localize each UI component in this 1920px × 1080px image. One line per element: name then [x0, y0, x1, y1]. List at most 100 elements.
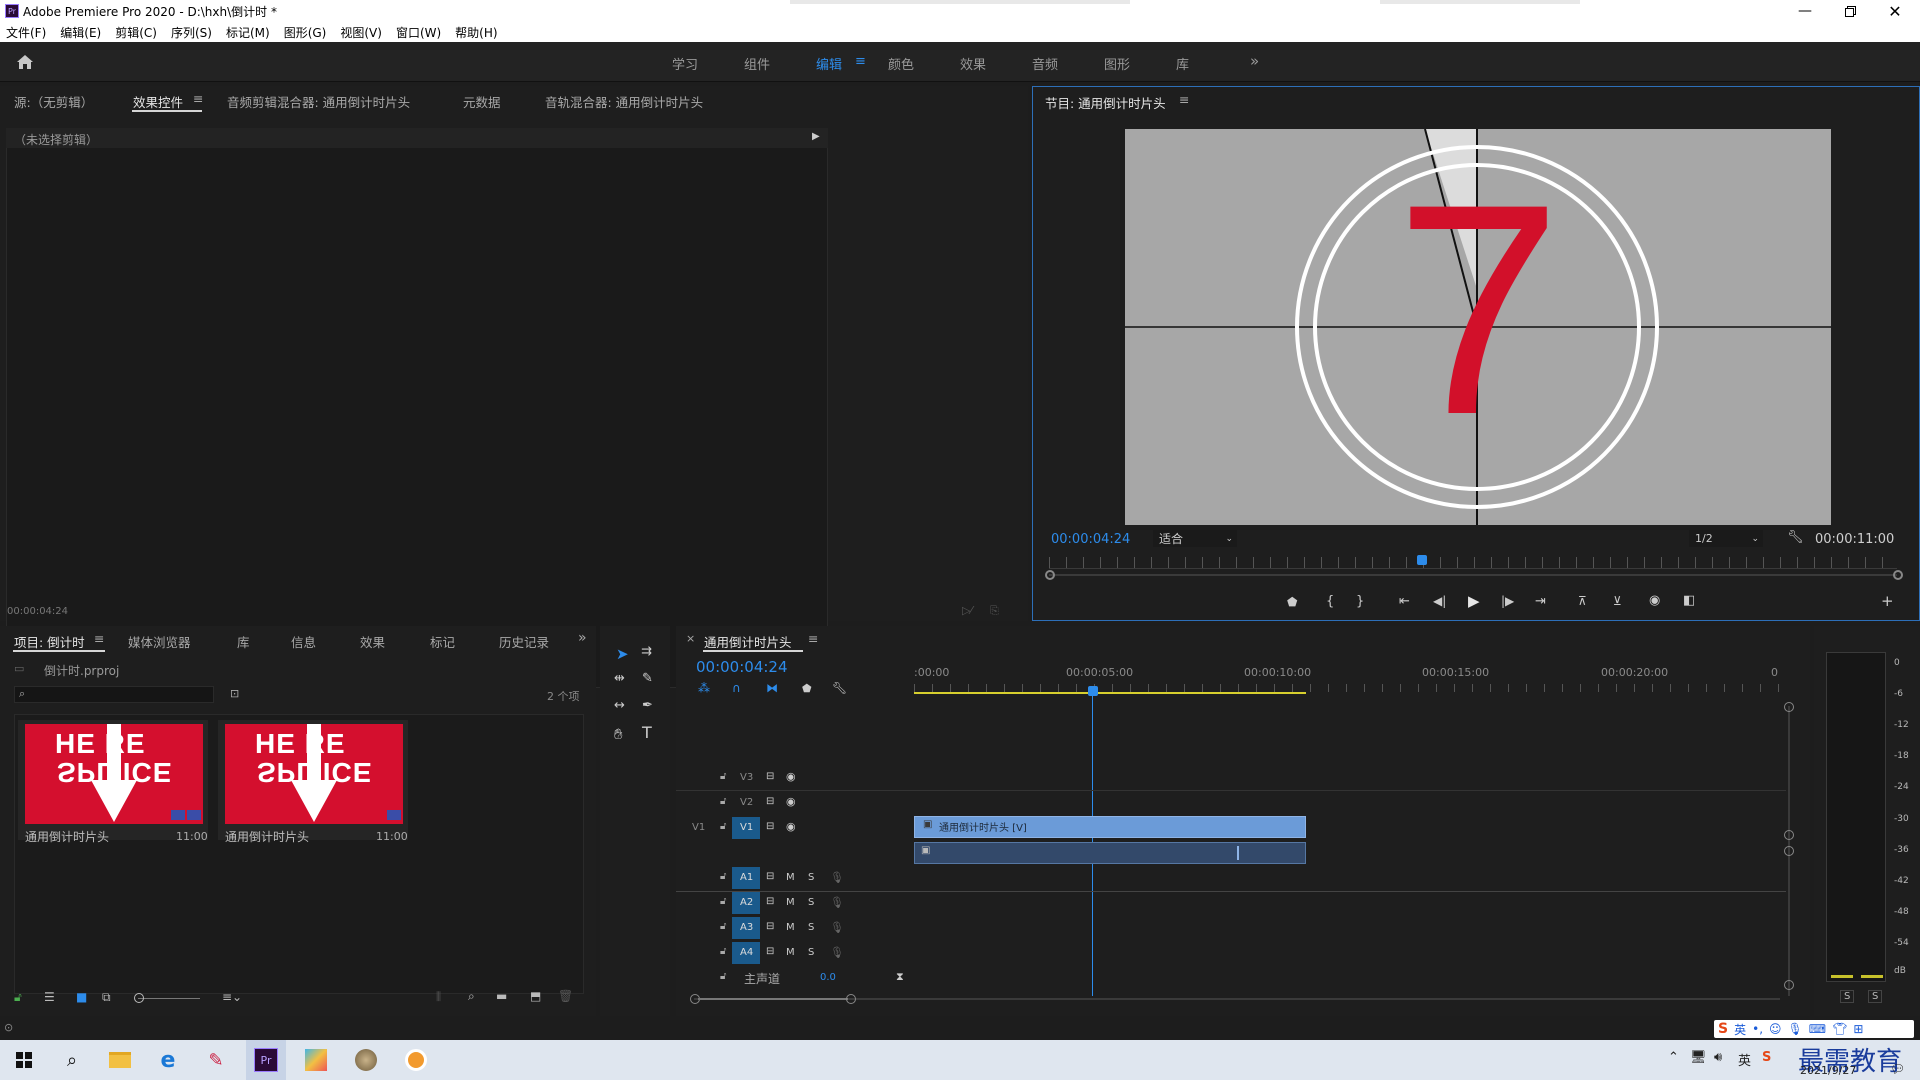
microphone-icon[interactable]: 🎙︎ — [830, 946, 844, 959]
lock-icon[interactable]: 🔓︎ — [720, 871, 726, 882]
ripple-edit-tool-icon[interactable]: ⇹ — [614, 671, 625, 686]
menu-view[interactable]: 视图(V) — [340, 24, 382, 41]
solo-button[interactable]: S — [808, 922, 814, 933]
toolbox-icon[interactable]: ⊞ — [1853, 1022, 1863, 1036]
workspace-libraries[interactable]: 库 — [1176, 54, 1189, 73]
snap-icon[interactable]: ∩ — [732, 681, 741, 695]
eye-icon[interactable]: ◉ — [786, 820, 796, 833]
file-explorer-icon[interactable] — [100, 1040, 140, 1080]
tab-effects[interactable]: 效果 — [360, 632, 385, 651]
panel-overflow-icon[interactable]: » — [578, 630, 587, 646]
timeline-settings-icon[interactable]: 🔧︎ — [832, 681, 847, 695]
button-editor-icon[interactable]: + — [1881, 592, 1894, 610]
linked-selection-icon[interactable]: ⧓ — [766, 681, 778, 695]
zoom-handle-right[interactable] — [1893, 570, 1903, 580]
icon-view-icon[interactable]: ■ — [76, 990, 87, 1004]
go-to-end-icon[interactable]: ⧗ — [896, 970, 904, 984]
export-frame-icon[interactable]: ◉ — [1649, 593, 1660, 608]
lock-icon[interactable]: 🔓︎ — [720, 946, 726, 957]
hscroll-handle-right[interactable] — [846, 994, 856, 1004]
ime-tray-icon[interactable]: 英 — [1738, 1050, 1751, 1069]
workspace-editing[interactable]: 编辑 — [816, 54, 842, 73]
solo-button[interactable]: S — [808, 897, 814, 908]
video-clip[interactable]: ▣ 通用倒计时片头 [V] — [914, 816, 1306, 838]
lock-icon[interactable]: 🔓︎ — [720, 821, 726, 832]
keyboard-icon[interactable]: ⌨ — [1809, 1022, 1826, 1036]
scroll-handle[interactable] — [1784, 846, 1794, 856]
sync-lock-icon[interactable]: ⊟ — [766, 921, 774, 932]
lock-icon[interactable]: 🔓︎ — [720, 771, 726, 782]
sogou-tray-icon[interactable]: S — [1762, 1050, 1771, 1065]
wrench-icon[interactable]: 🔧︎ — [1787, 530, 1804, 545]
export-icon[interactable]: ⎘ — [990, 604, 999, 618]
source-target-label[interactable]: V1 — [692, 822, 705, 833]
extract-icon[interactable]: ⊻ — [1613, 594, 1622, 608]
close-tab-icon[interactable]: × — [686, 632, 695, 645]
go-to-in-icon[interactable]: ⇤ — [1399, 594, 1410, 609]
resolution-dropdown[interactable]: 1/2 ⌄ — [1689, 530, 1763, 547]
punctuation-icon[interactable]: •, — [1752, 1022, 1763, 1036]
menu-clip[interactable]: 剪辑(C) — [115, 24, 157, 41]
solo-right-button[interactable]: S — [1868, 990, 1883, 1003]
tab-menu-icon[interactable]: ≡ — [193, 91, 203, 106]
menu-window[interactable]: 窗口(W) — [396, 24, 441, 41]
eye-icon[interactable]: ◉ — [786, 770, 796, 783]
menu-graphics[interactable]: 图形(G) — [284, 24, 327, 41]
paint-icon[interactable]: ✎ — [196, 1040, 236, 1080]
slip-tool-icon[interactable]: ↔ — [614, 698, 625, 713]
sync-lock-icon[interactable]: ⊟ — [766, 821, 774, 832]
media-player-icon[interactable] — [396, 1040, 436, 1080]
program-menu-icon[interactable]: ≡ — [1179, 92, 1189, 107]
filter-icon[interactable]: ▷⁄ — [962, 604, 972, 617]
solo-button[interactable]: S — [808, 947, 814, 958]
selection-tool-icon[interactable]: ➤ — [616, 645, 629, 663]
trash-icon[interactable]: 🗑︎ — [558, 989, 573, 1003]
mark-out-icon[interactable]: } — [1356, 594, 1364, 609]
sync-lock-icon[interactable]: ⊟ — [766, 796, 774, 807]
project-menu-icon[interactable]: ≡ — [94, 631, 104, 646]
mute-button[interactable]: M — [786, 897, 795, 908]
workspace-audio[interactable]: 音频 — [1032, 54, 1058, 73]
sync-lock-icon[interactable]: ⊟ — [766, 771, 774, 782]
find-icon[interactable]: ⌕ — [468, 989, 475, 1004]
zoom-scrollbar[interactable] — [1049, 574, 1897, 576]
timeline-timecode[interactable]: 00:00:04:24 — [696, 658, 788, 676]
mute-button[interactable]: M — [786, 922, 795, 933]
ime-lang[interactable]: 英 — [1734, 1021, 1746, 1038]
voice-icon[interactable]: 🎙︎ — [1788, 1022, 1803, 1036]
automate-icon[interactable]: ⫼ — [436, 990, 441, 1004]
add-marker-icon[interactable]: ⬟ — [802, 682, 812, 695]
program-playhead[interactable] — [1417, 555, 1428, 565]
hand-tool-icon[interactable]: ✋︎ — [614, 725, 623, 743]
workspace-effects[interactable]: 效果 — [960, 54, 986, 73]
timeline-ruler[interactable]: :00:00 00:00:05:00 00:00:10:00 00:00:15:… — [914, 662, 1784, 702]
step-back-icon[interactable]: ◀| — [1433, 594, 1446, 608]
microphone-icon[interactable]: 🎙︎ — [830, 921, 844, 934]
workspace-assembly[interactable]: 组件 — [744, 54, 770, 73]
zoom-slider-handle[interactable] — [134, 993, 144, 1003]
restore-button[interactable] — [1835, 0, 1865, 22]
lock-icon[interactable]: 🔓︎ — [720, 796, 726, 807]
sync-lock-icon[interactable]: ⊟ — [766, 896, 774, 907]
taskbar-date[interactable]: 2021/9/27 — [1800, 1064, 1856, 1077]
notification-icon[interactable]: 💬︎ — [1890, 1062, 1905, 1076]
workspace-menu-icon[interactable]: ≡ — [855, 54, 866, 69]
mute-button[interactable]: M — [786, 872, 795, 883]
mute-button[interactable]: M — [786, 947, 795, 958]
list-view-icon[interactable]: ☰ — [44, 990, 55, 1004]
pen-tool-icon[interactable]: ✒ — [642, 698, 653, 713]
expand-arrow-icon[interactable]: ▶ — [812, 131, 820, 142]
track-select-tool-icon[interactable]: ⇉ — [641, 644, 652, 659]
tab-media-browser[interactable]: 媒体浏览器 — [128, 632, 191, 651]
type-tool-icon[interactable]: T — [642, 723, 652, 742]
play-icon[interactable]: ▶ — [1468, 592, 1480, 610]
workspace-learn[interactable]: 学习 — [672, 54, 698, 73]
microphone-icon[interactable]: 🎙︎ — [830, 896, 844, 909]
hscroll-thumb[interactable] — [698, 998, 848, 1000]
volume-icon[interactable]: 🔊︎ — [1714, 1050, 1722, 1065]
tab-project[interactable]: 项目: 倒计时 — [14, 632, 85, 651]
workspace-graphics[interactable]: 图形 — [1104, 54, 1130, 73]
sort-icon[interactable]: ≡⌄ — [222, 990, 242, 1004]
scroll-handle[interactable] — [1784, 702, 1794, 712]
program-ruler[interactable] — [1049, 557, 1897, 569]
